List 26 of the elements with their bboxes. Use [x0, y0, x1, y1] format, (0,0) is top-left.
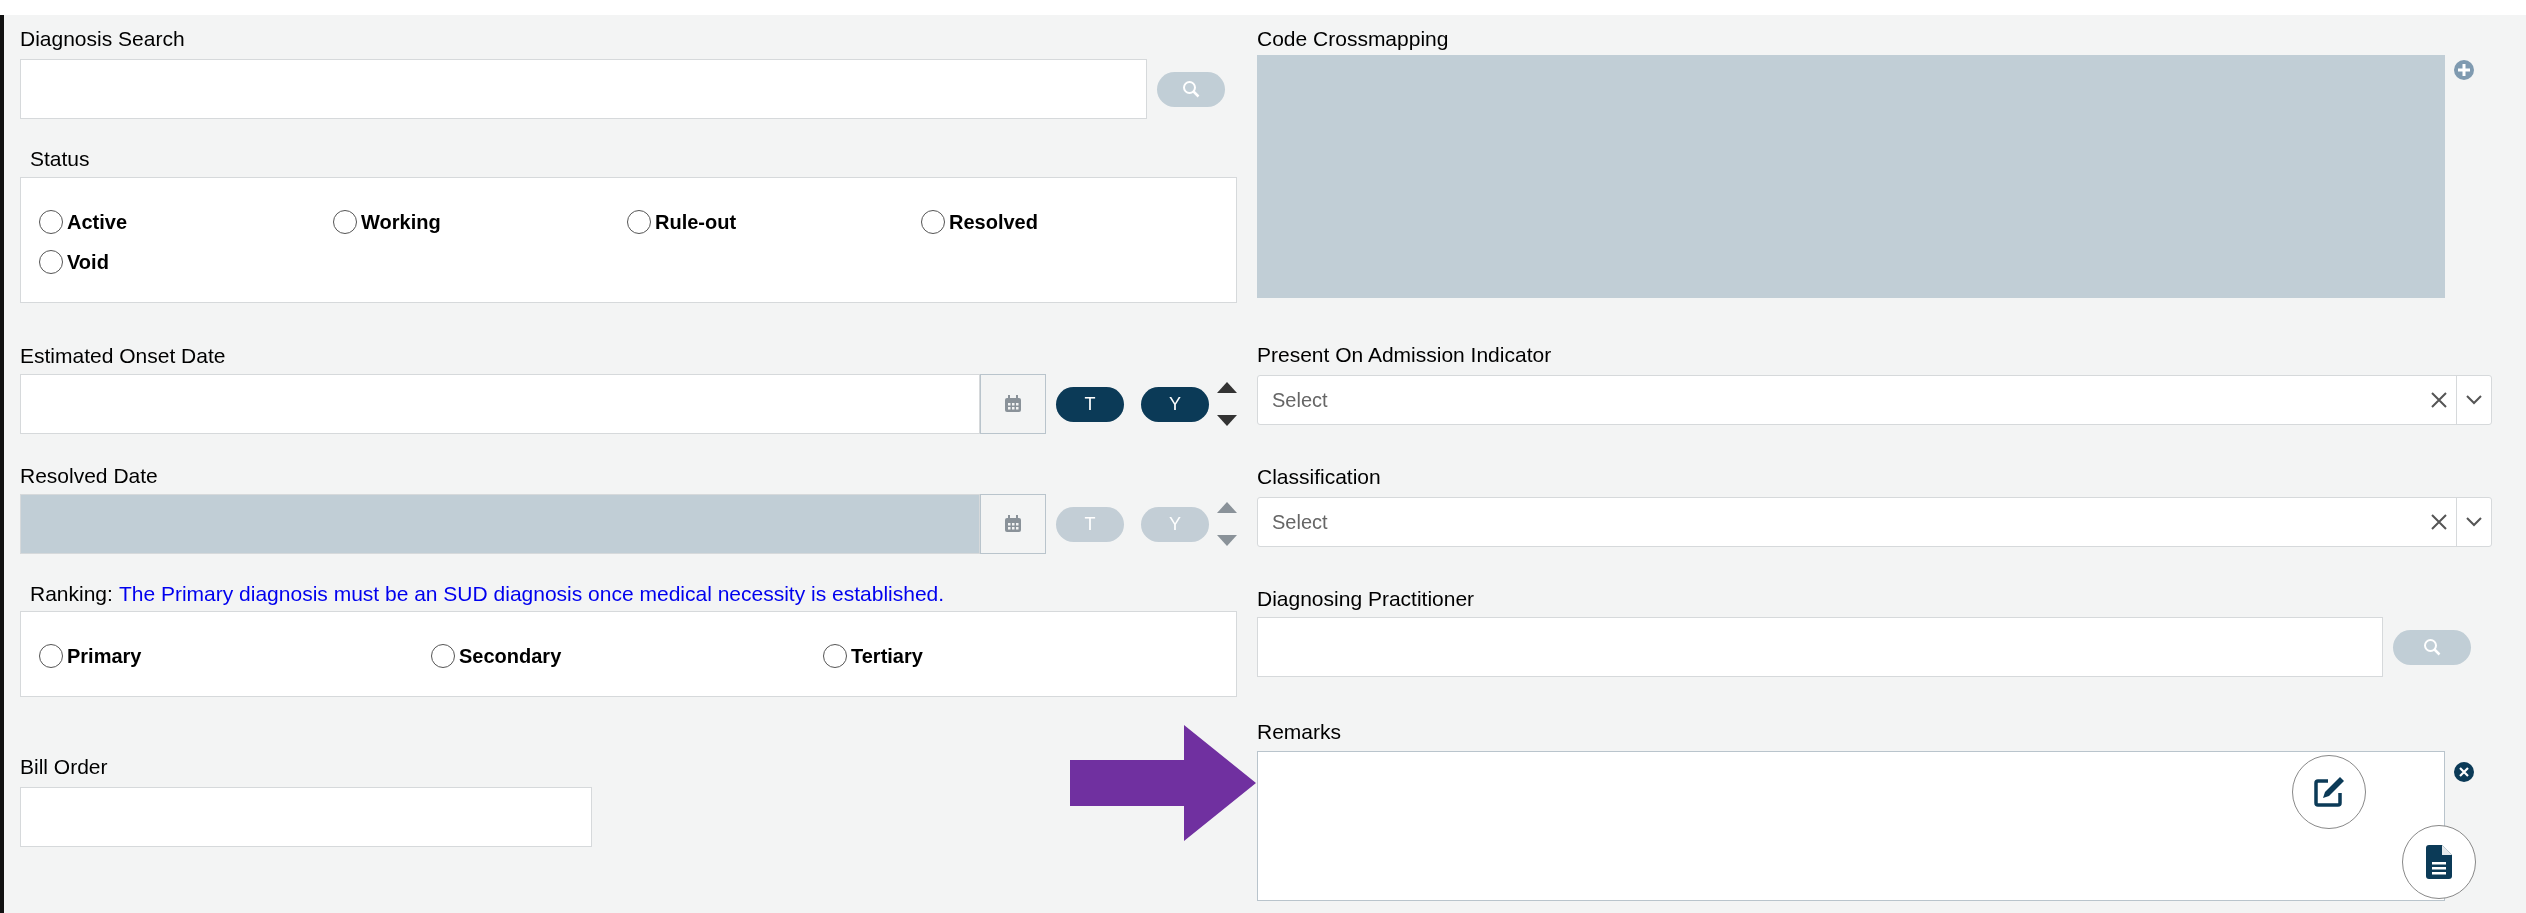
field-label: Classification [1257, 465, 1382, 489]
radio-option[interactable]: Primary [39, 636, 142, 676]
field-label: Remarks [1257, 720, 1342, 744]
field-label: Diagnosis Search [20, 27, 186, 51]
field-label: Present On Admission Indicator [1257, 343, 1553, 367]
field-label: Diagnosing Practitioner [1257, 587, 1476, 611]
field-label: Bill Order [20, 755, 109, 779]
radio-option[interactable]: Rule-out [627, 202, 737, 242]
radio-option[interactable]: Tertiary [823, 636, 923, 676]
radio-option[interactable]: Secondary [431, 636, 562, 676]
date-shortcut-button[interactable]: T [1056, 386, 1124, 422]
radio-option[interactable]: Resolved [921, 202, 1038, 242]
radio-option[interactable]: Working [333, 202, 441, 242]
ranking-label: Ranking: [30, 582, 113, 606]
field-label: Code Crossmapping [1257, 27, 1450, 51]
field-label: Status [29, 147, 91, 171]
date-shortcut-button[interactable]: Y [1141, 386, 1209, 422]
ranking-note: The Primary diagnosis must be an SUD diagnosis once medical necessity is established. [118, 582, 945, 606]
select-field[interactable]: Select [1257, 375, 2492, 425]
select-placeholder: Select [1271, 510, 1329, 535]
field-label: Estimated Onset Date [20, 344, 227, 368]
select-placeholder: Select [1271, 388, 1329, 413]
select-field[interactable]: Select [1257, 497, 2492, 547]
radio-option[interactable]: Void [39, 242, 109, 282]
radio-option[interactable]: Active [39, 202, 128, 242]
field-label: Resolved Date [20, 464, 159, 488]
